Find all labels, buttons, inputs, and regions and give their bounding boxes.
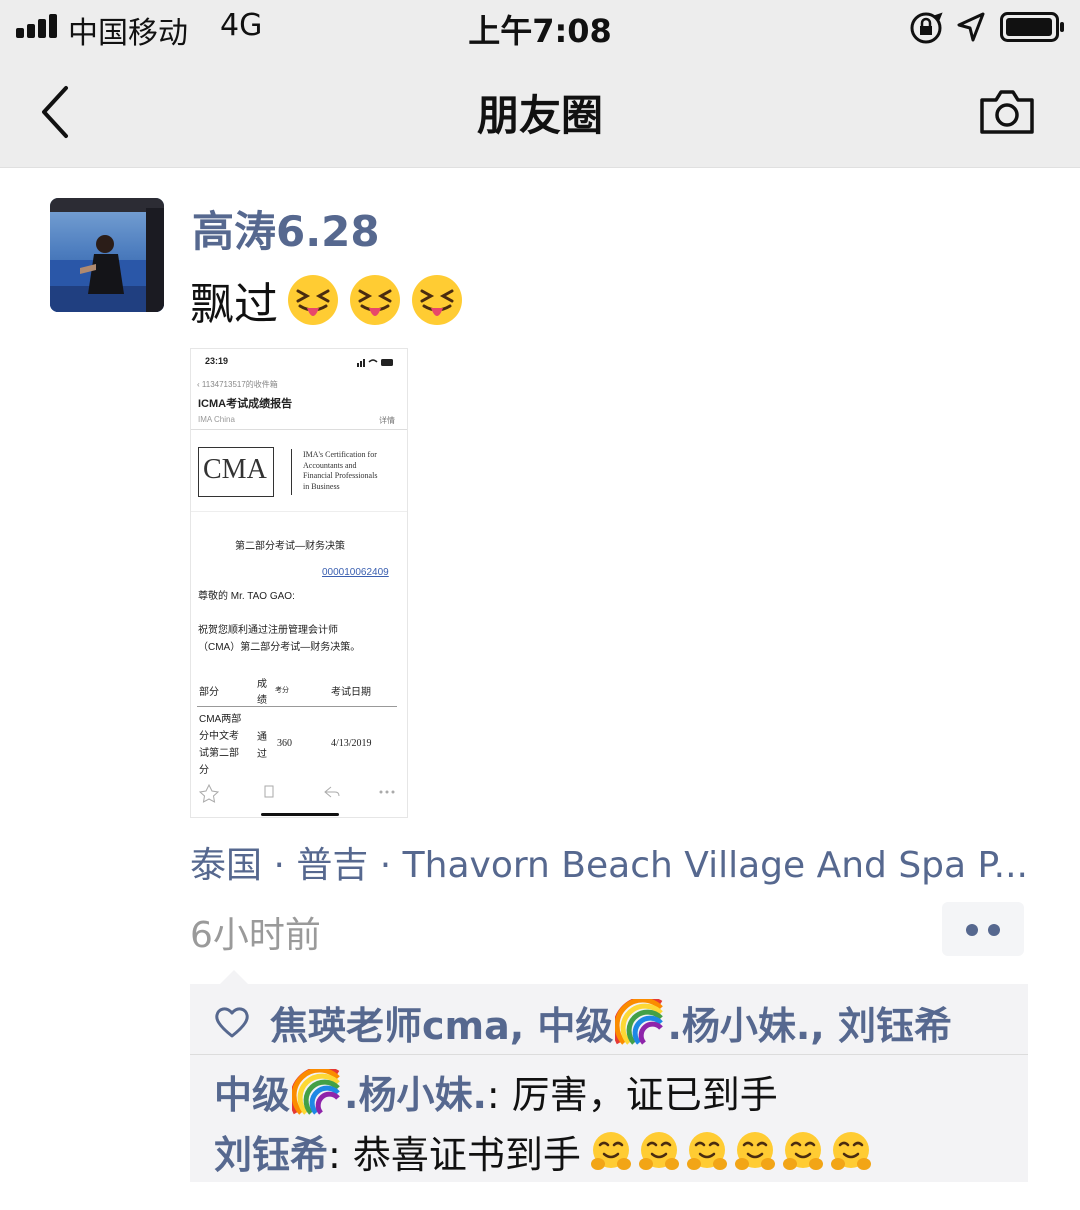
shot-col-score-b: 绩: [257, 695, 267, 706]
camera-icon[interactable]: [978, 86, 1036, 136]
page-title: 朋友圈: [476, 91, 603, 140]
more-options-button[interactable]: [942, 902, 1024, 956]
shot-sender: IMA China: [198, 415, 235, 424]
shot-subject: ICMA考试成绩报告: [198, 398, 293, 410]
dot-icon: [988, 924, 1000, 936]
shot-col-part: 部分: [199, 687, 219, 698]
shot-toolbar: [198, 783, 395, 816]
shot-col-date: 考试日期: [331, 687, 371, 698]
shot-logo-rule: [291, 449, 292, 495]
post-author[interactable]: 高涛6.28: [192, 198, 380, 259]
shot-greeting: 尊敬的 Mr. TAO GAO:: [198, 591, 295, 602]
orientation-lock-icon: [910, 12, 943, 44]
comment-item[interactable]: 刘钰希 : 恭喜证书到手: [214, 1124, 873, 1179]
shot-time: 23:19: [205, 356, 229, 366]
post-time: 6小时前: [190, 915, 321, 956]
dot-icon: [966, 924, 978, 936]
shot-row-date: 4/13/2019: [331, 738, 372, 749]
shot-back: ‹ 1134713517的收件箱: [197, 380, 278, 389]
post-text: 飘过: [190, 279, 278, 330]
shot-ref-number: 000010062409: [322, 567, 389, 578]
shot-row-points: 360: [277, 738, 292, 749]
hugging-face-emoji-icon: [590, 1131, 631, 1170]
shot-body-1: 祝贺您顺利通过注册管理会计师: [198, 625, 338, 636]
heart-outline-icon: [215, 1007, 249, 1038]
shot-divider-2: [191, 511, 407, 512]
shot-body-2: （CMA）第二部分考试—财务决策。: [198, 642, 361, 653]
squint-tongue-emoji-icon: [412, 275, 462, 325]
comment-author[interactable]: 刘钰希: [214, 1124, 328, 1179]
location-arrow-icon: [957, 12, 985, 42]
nav-bar: 朋友圈: [0, 56, 1080, 168]
shot-cert-text: IMA's Certification for Accountants and …: [303, 450, 378, 491]
divider: [190, 1054, 1028, 1055]
post-text-row: 飘过: [190, 268, 464, 332]
shot-detail: 详情: [379, 416, 395, 425]
shot-divider: [191, 429, 407, 430]
shot-row-result-b: 过: [257, 749, 267, 760]
hugging-face-emoji-icon: [734, 1131, 775, 1170]
comment-text: : 恭喜证书到手: [328, 1133, 581, 1177]
shot-table-rule: [197, 706, 397, 707]
likes-comments-box: 焦瑛老师cma, 中级 .杨小妹., 刘钰希 中级 .杨小妹. : 厉害，证已到…: [190, 984, 1028, 1182]
status-bar: 中国移动 4G 上午7:08: [0, 0, 1080, 56]
rainbow-emoji-icon: [615, 999, 664, 1045]
shot-cma-logo: CMA: [198, 447, 274, 497]
likes-names-2[interactable]: .杨小妹., 刘钰希: [667, 995, 952, 1050]
squint-tongue-emoji-icon: [288, 275, 338, 325]
rainbow-emoji-icon: [292, 1068, 340, 1115]
shot-row-result-a: 通: [257, 732, 267, 743]
comment-box-caret: [220, 970, 248, 984]
squint-tongue-emoji-icon: [350, 275, 400, 325]
hugging-face-emoji-icon: [830, 1131, 871, 1170]
likes-row: 焦瑛老师cma, 中级 .杨小妹., 刘钰希: [214, 994, 952, 1050]
comment-item[interactable]: 中级 .杨小妹. : 厉害，证已到手: [214, 1064, 778, 1119]
shot-col-score-a: 成: [257, 679, 267, 690]
battery-icon: [1000, 12, 1064, 42]
hugging-face-emoji-icon: [686, 1131, 727, 1170]
hugging-face-emoji-icon: [782, 1131, 823, 1170]
comment-author[interactable]: 中级: [214, 1064, 290, 1119]
hugging-face-emoji-icon: [638, 1131, 679, 1170]
shot-exam-title: 第二部分考试—财务决策: [235, 541, 345, 552]
hug-emoji-row: [585, 1130, 873, 1174]
shot-col-points: 考分: [275, 687, 289, 694]
comment-text: : 厉害，证已到手: [486, 1073, 778, 1117]
shot-row-part: CMA两部 分中文考 试第二部 分: [199, 714, 242, 776]
comment-author[interactable]: .杨小妹.: [344, 1064, 487, 1119]
likes-names-1[interactable]: 焦瑛老师cma, 中级: [270, 995, 613, 1050]
shot-status-icons: [357, 359, 393, 367]
avatar[interactable]: [50, 198, 164, 312]
post-image[interactable]: 23:19 ‹ 1134713517的收件箱 ICMA考试成绩报告 IMA Ch…: [190, 348, 408, 818]
post-location[interactable]: 泰国 · 普吉 · Thavorn Beach Village And Spa …: [190, 836, 1028, 888]
